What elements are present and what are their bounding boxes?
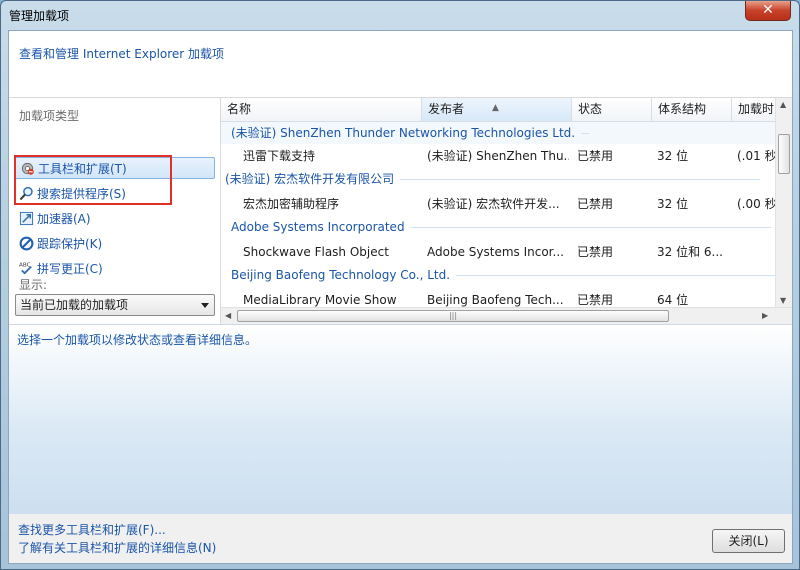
manage-addons-window: 管理加载项 ✕ 查看和管理 Internet Explorer 加载项 加载项类… bbox=[0, 0, 800, 570]
horizontal-scroll-thumb[interactable]: ||| bbox=[237, 310, 669, 322]
group-header[interactable]: Beijing Baofeng Technology Co., Ltd. bbox=[221, 264, 777, 286]
details-hint-text: 选择一个加载项以修改状态或查看详细信息。 bbox=[17, 333, 258, 347]
cell-load-time: (.00 秒) bbox=[737, 197, 777, 211]
scroll-down-icon[interactable]: ▼ bbox=[780, 296, 786, 305]
cell-status: 已禁用 bbox=[577, 245, 614, 259]
cell-status: 已禁用 bbox=[577, 197, 614, 211]
scroll-left-icon[interactable]: ◀ bbox=[225, 311, 231, 320]
nav-accelerators[interactable]: 加速器(A) bbox=[15, 208, 215, 230]
show-dropdown[interactable]: 当前已加载的加载项 bbox=[15, 294, 215, 316]
client-area: 查看和管理 Internet Explorer 加载项 加载项类型 工具栏和扩展… bbox=[8, 30, 793, 564]
show-dropdown-value: 当前已加载的加载项 bbox=[20, 298, 129, 312]
title-bar[interactable]: 管理加载项 ✕ bbox=[1, 1, 799, 29]
addon-types-pane: 加载项类型 工具栏和扩展(T) 搜索提供程序(S) 加速器(A) 跟踪保护(K)… bbox=[9, 98, 220, 324]
cell-publisher: (未验证) ShenZhen Thu... bbox=[427, 149, 569, 163]
nav-tracking-protection-label: 跟踪保护(K) bbox=[37, 237, 103, 251]
cell-publisher: (未验证) 宏杰软件开发... bbox=[427, 197, 560, 211]
details-pane: 选择一个加载项以修改状态或查看详细信息。 bbox=[9, 324, 792, 514]
scroll-up-icon[interactable]: ▲ bbox=[780, 100, 786, 109]
column-header-publisher[interactable]: 发布者 ▲ bbox=[422, 98, 572, 122]
nav-tracking-protection[interactable]: 跟踪保护(K) bbox=[15, 233, 215, 255]
group-header[interactable]: (未验证) 宏杰软件开发有限公司 bbox=[221, 168, 777, 190]
accelerator-icon bbox=[19, 211, 34, 226]
cell-architecture: 32 位 bbox=[657, 197, 689, 211]
column-header-architecture[interactable]: 体系结构 bbox=[652, 98, 732, 122]
column-header-name[interactable]: 名称 bbox=[221, 98, 422, 122]
cell-architecture: 32 位和 6... bbox=[657, 245, 723, 259]
cell-status: 已禁用 bbox=[577, 149, 614, 163]
window-title: 管理加载项 bbox=[9, 9, 70, 23]
cell-name: Shockwave Flash Object bbox=[243, 245, 389, 259]
vertical-scroll-thumb[interactable] bbox=[778, 134, 790, 174]
table-row[interactable]: 宏杰加密辅助程序 (未验证) 宏杰软件开发... 已禁用 32 位 (.00 秒… bbox=[221, 192, 777, 216]
table-row[interactable]: Shockwave Flash Object Adobe Systems Inc… bbox=[221, 240, 777, 264]
find-more-link[interactable]: 查找更多工具栏和扩展(F)... bbox=[18, 521, 166, 538]
cell-name: 宏杰加密辅助程序 bbox=[243, 197, 340, 211]
footer: 查找更多工具栏和扩展(F)... 了解有关工具栏和扩展的详细信息(N) 关闭(L… bbox=[9, 514, 792, 563]
nav-spelling-correction-label: 拼写更正(C) bbox=[37, 262, 103, 276]
addon-types-label: 加载项类型 bbox=[19, 109, 80, 123]
show-label: 显示: bbox=[19, 278, 48, 292]
column-header-status[interactable]: 状态 bbox=[572, 98, 652, 122]
chevron-down-icon bbox=[201, 303, 209, 308]
close-button[interactable]: 关闭(L) bbox=[712, 529, 785, 553]
header-text: 查看和管理 Internet Explorer 加载项 bbox=[19, 47, 225, 61]
highlight-box bbox=[14, 155, 172, 205]
learn-more-link[interactable]: 了解有关工具栏和扩展的详细信息(N) bbox=[18, 539, 216, 556]
sort-ascending-icon: ▲ bbox=[492, 103, 499, 113]
addon-list: 名称 发布者 ▲ 状态 体系结构 加载时间 (未验证) ShenZhen Thu… bbox=[220, 98, 792, 324]
spellcheck-icon: ABC bbox=[19, 263, 32, 275]
table-row[interactable]: 迅雷下载支持 (未验证) ShenZhen Thu... 已禁用 32 位 (.… bbox=[221, 144, 777, 168]
group-header[interactable]: Adobe Systems Incorporated bbox=[221, 216, 777, 238]
no-entry-icon bbox=[19, 236, 34, 251]
cell-load-time: (.01 秒) bbox=[737, 149, 777, 163]
cell-name: 迅雷下载支持 bbox=[243, 149, 316, 163]
scroll-right-icon[interactable]: ▶ bbox=[762, 311, 768, 320]
nav-accelerators-label: 加速器(A) bbox=[37, 212, 91, 226]
horizontal-scrollbar[interactable]: ◀ ||| ▶ bbox=[221, 307, 792, 324]
cell-architecture: 32 位 bbox=[657, 149, 689, 163]
window-close-button[interactable]: ✕ bbox=[745, 1, 791, 21]
header-panel: 查看和管理 Internet Explorer 加载项 bbox=[9, 31, 792, 98]
cell-publisher: Adobe Systems Incor... bbox=[427, 245, 564, 259]
group-header[interactable]: (未验证) ShenZhen Thunder Networking Techno… bbox=[221, 122, 777, 144]
vertical-scrollbar[interactable]: ▲ ▼ bbox=[775, 98, 792, 307]
